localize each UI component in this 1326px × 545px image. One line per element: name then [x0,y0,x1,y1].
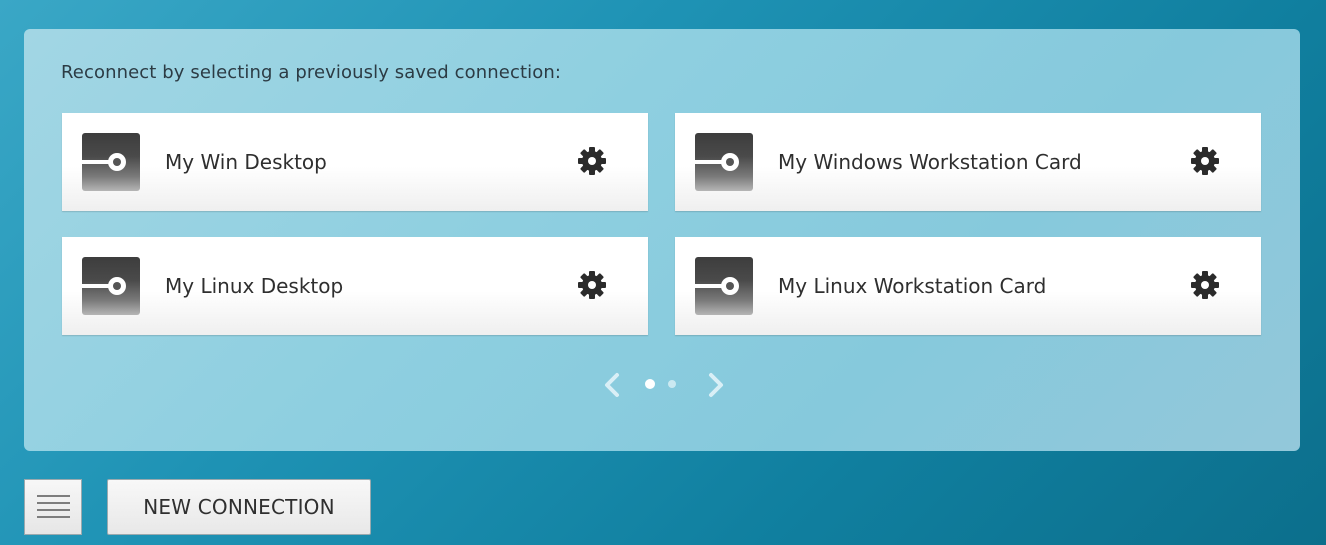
connection-icon [695,257,753,315]
gear-icon[interactable] [1189,269,1221,301]
page-dot[interactable] [668,380,676,388]
connection-card[interactable]: My Linux Desktop [62,237,648,335]
connection-name: My Linux Desktop [165,274,344,298]
new-connection-button[interactable]: NEW CONNECTION [107,479,371,535]
connection-name: My Win Desktop [165,150,327,174]
connection-name: My Linux Workstation Card [778,274,1047,298]
connection-icon [695,133,753,191]
hamburger-menu-icon [37,495,70,497]
chevron-right-icon[interactable] [703,372,729,398]
page-dot-active[interactable] [645,379,655,389]
panel-heading: Reconnect by selecting a previously save… [61,62,561,83]
gear-icon[interactable] [1189,145,1221,177]
connection-card[interactable]: My Windows Workstation Card [675,113,1261,211]
saved-connections-panel: Reconnect by selecting a previously save… [24,29,1300,451]
connection-icon [82,257,140,315]
gear-icon[interactable] [576,269,608,301]
connection-card[interactable]: My Linux Workstation Card [675,237,1261,335]
chevron-left-icon[interactable] [599,372,625,398]
pagination [599,369,729,399]
connection-icon [82,133,140,191]
connection-card[interactable]: My Win Desktop [62,113,648,211]
menu-button[interactable] [24,479,82,535]
connection-name: My Windows Workstation Card [778,150,1082,174]
gear-icon[interactable] [576,145,608,177]
